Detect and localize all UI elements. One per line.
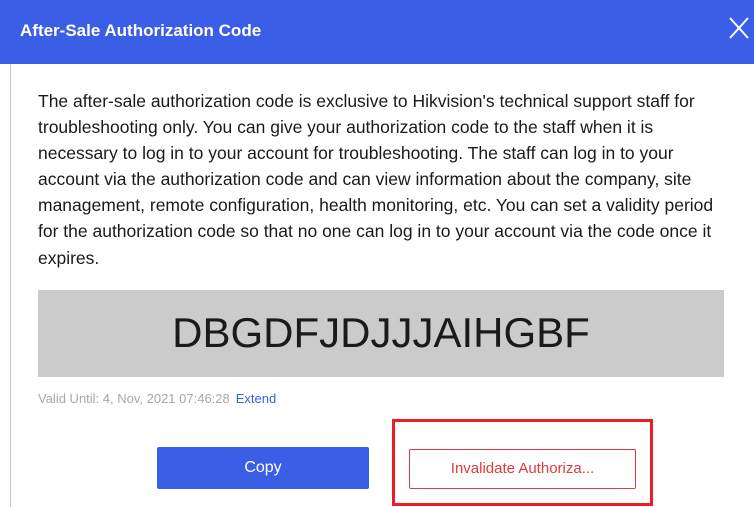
- extend-link[interactable]: Extend: [236, 391, 276, 406]
- validity-row: Valid Until: 4, Nov, 2021 07:46:28 Extend: [38, 391, 276, 406]
- description-text: The after-sale authorization code is exc…: [38, 91, 714, 268]
- dialog-title: After-Sale Authorization Code: [20, 21, 262, 40]
- close-button[interactable]: [724, 10, 754, 50]
- copy-button[interactable]: Copy: [157, 447, 369, 489]
- dialog-left-border: [10, 64, 11, 507]
- close-icon: [729, 17, 749, 39]
- dialog-titlebar: After-Sale Authorization Code: [0, 0, 754, 64]
- after-sale-authorization-dialog: After-Sale Authorization Code The after-…: [0, 0, 754, 507]
- authorization-code: DBGDFJDJJJAIHGBF: [172, 309, 590, 356]
- authorization-code-box: DBGDFJDJJJAIHGBF: [38, 290, 724, 377]
- invalidate-authorization-button[interactable]: Invalidate Authoriza...: [409, 449, 636, 489]
- valid-until-text: Valid Until: 4, Nov, 2021 07:46:28: [38, 391, 230, 406]
